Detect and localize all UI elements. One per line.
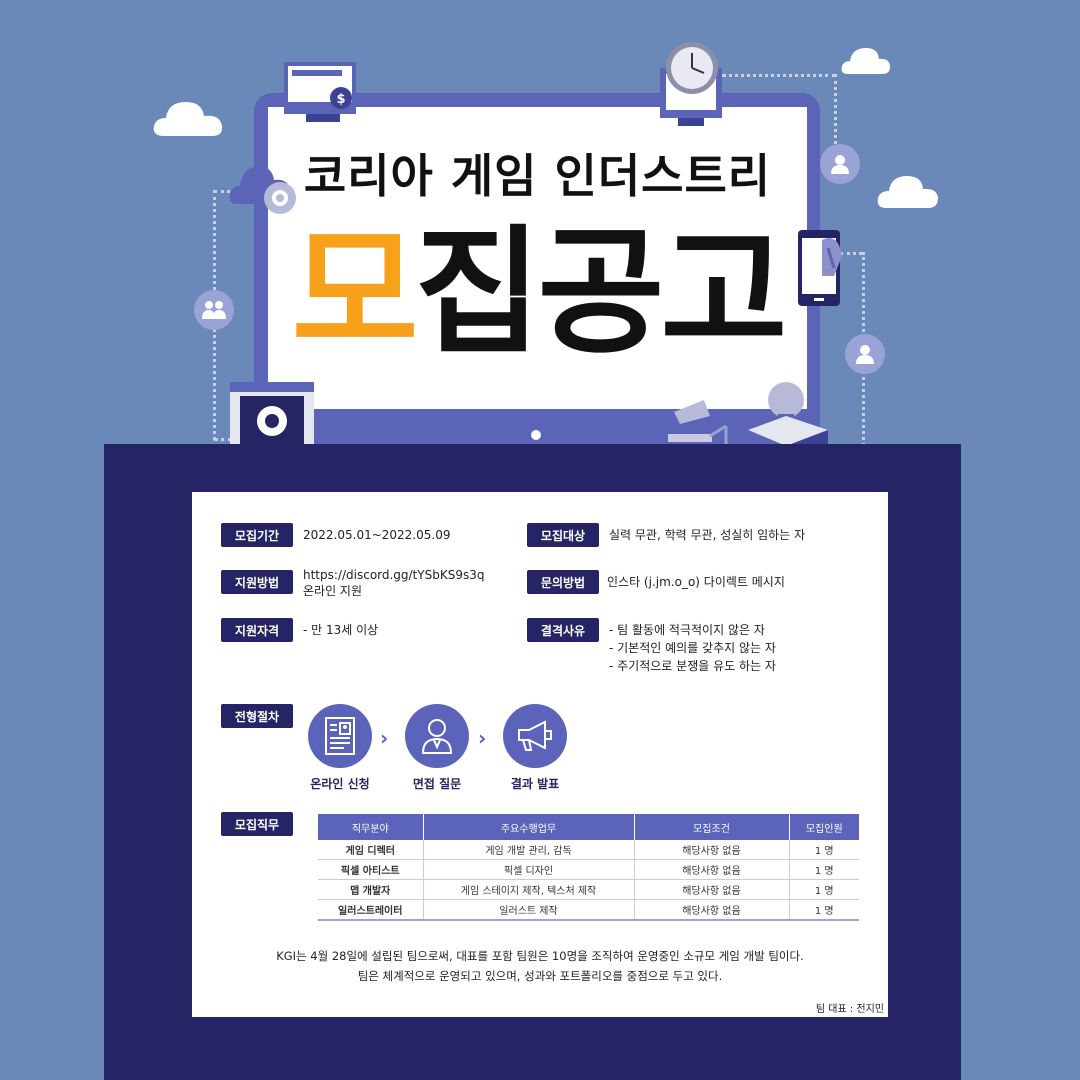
description-line: KGI는 4월 28일에 설립된 팀으로써, 대표를 포함 팀원은 10명을 조… — [276, 949, 804, 963]
disqualification-label: 결격사유 — [527, 618, 599, 642]
column-header: 주요수행업무 — [422, 814, 634, 840]
target-label: 모집대상 — [527, 523, 599, 547]
person-icon — [845, 334, 885, 374]
table-cell: 게임 개발 관리, 감독 — [422, 840, 634, 860]
process-label: 전형절차 — [221, 704, 293, 728]
table-row: 맵 개발자 게임 스테이지 제작, 텍스처 제작 해당사항 없음 1 명 — [318, 879, 859, 900]
table-cell: 일러스트레이터 — [318, 899, 423, 921]
contact-value: 인스타 (j.jm.o_o) 다이렉트 메시지 — [607, 575, 785, 589]
description-line: 팀은 체계적으로 운영되고 있으며, 성과와 포트폴리오를 중점으로 두고 있다… — [357, 969, 723, 983]
chevron-right-icon: › — [478, 726, 487, 750]
payment-screen-icon: $ — [284, 62, 356, 122]
table-cell: 해당사항 없음 — [633, 859, 789, 880]
title-char-4: 고 — [660, 212, 787, 373]
table-row: 픽셀 아티스트 픽셀 디자인 해당사항 없음 1 명 — [318, 859, 859, 880]
megaphone-icon — [518, 720, 552, 751]
disqualification-item: - 주기적으로 분쟁을 유도 하는 자 — [609, 659, 776, 673]
title-char-2: 집 — [414, 212, 542, 373]
step-interview — [405, 704, 469, 768]
svg-text:$: $ — [336, 92, 345, 107]
disqualification-item: - 팀 활동에 적극적이지 않은 자 — [609, 623, 765, 637]
column-header: 직무분야 — [318, 814, 423, 840]
jobs-table: 직무분야 주요수행업무 모집조건 모집인원 게임 디렉터 게임 개발 관리, 감… — [318, 814, 859, 921]
person-icon — [820, 144, 860, 184]
table-cell: 픽셀 디자인 — [422, 859, 634, 880]
table-cell: 1 명 — [788, 840, 859, 860]
contact-label: 문의방법 — [527, 570, 599, 594]
table-cell: 게임 디렉터 — [318, 840, 423, 860]
step-apply-label: 온라인 신청 — [310, 777, 370, 791]
period-value: 2022.05.01~2022.05.09 — [303, 528, 451, 542]
title-char-3: 공 — [537, 212, 665, 373]
method-online: 온라인 지원 — [303, 584, 363, 598]
title-char-1: 모 — [291, 212, 419, 373]
table-row: 일러스트레이터 일러스트 제작 해당사항 없음 1 명 — [318, 899, 859, 921]
qualification-value: - 만 13세 이상 — [303, 623, 379, 637]
method-url[interactable]: https://discord.gg/tYSbKS9s3q — [303, 567, 484, 583]
column-header: 모집인원 — [788, 814, 859, 840]
disqualification-item: - 기본적인 예의를 갖추지 않는 자 — [609, 641, 776, 655]
table-header-row: 직무분야 주요수행업무 모집조건 모집인원 — [318, 814, 859, 840]
team-leader: 팀 대표 : 전지민 — [815, 1004, 884, 1015]
cloud-icon — [877, 176, 938, 208]
jobs-label: 모집직무 — [221, 812, 293, 836]
group-icon — [194, 290, 234, 330]
period-label: 모집기간 — [221, 523, 293, 547]
team-description: KGI는 4월 28일에 설립된 팀으로써, 대표를 포함 팀원은 10명을 조… — [192, 946, 888, 986]
cloud-icon — [841, 48, 890, 74]
qualification-label: 지원자격 — [221, 618, 293, 642]
table-cell: 맵 개발자 — [318, 879, 423, 900]
step-result — [503, 704, 567, 768]
table-cell: 1 명 — [788, 859, 859, 880]
cloud-icon — [153, 102, 223, 136]
table-cell: 게임 스테이지 제작, 텍스처 제작 — [422, 879, 634, 900]
table-cell: 일러스트 제작 — [422, 899, 634, 921]
interviewer-icon — [421, 719, 453, 754]
target-value: 실력 무관, 학력 무관, 성실히 임하는 자 — [609, 528, 806, 542]
table-row: 게임 디렉터 게임 개발 관리, 감독 해당사항 없음 1 명 — [318, 840, 859, 860]
step-apply — [308, 704, 372, 768]
page-subtitle: 코리아 게임 인더스트리 — [303, 149, 772, 203]
table-cell: 픽셀 아티스트 — [318, 859, 423, 880]
step-result-label: 결과 발표 — [510, 777, 560, 791]
table-cell: 해당사항 없음 — [633, 899, 789, 921]
table-cell: 1 명 — [788, 879, 859, 900]
resume-icon — [325, 717, 355, 755]
column-header: 모집조건 — [633, 814, 789, 840]
power-button — [531, 430, 541, 440]
table-cell: 해당사항 없음 — [633, 879, 789, 900]
table-cell: 해당사항 없음 — [633, 840, 789, 860]
table-cell: 1 명 — [788, 899, 859, 921]
clock-icon — [660, 42, 722, 126]
page-title: 모집공고 — [268, 213, 807, 373]
step-interview-label: 면접 질문 — [412, 777, 462, 791]
method-label: 지원방법 — [221, 570, 293, 594]
chevron-right-icon: › — [380, 726, 389, 750]
